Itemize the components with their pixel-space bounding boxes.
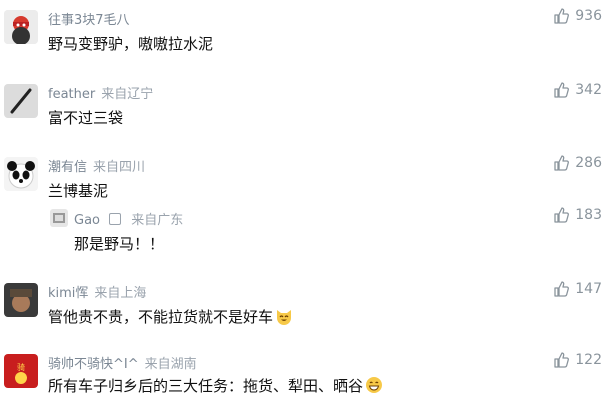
comment-item: feather 来自辽宁 富不过三袋 342 <box>0 74 610 144</box>
reply-text: 那是野马！！ <box>74 235 165 253</box>
like-count: 122 <box>575 352 602 368</box>
verified-icon <box>109 213 122 225</box>
like-button[interactable]: 286 <box>553 155 602 171</box>
reply-item: Gao 来自广东 那是野马！！ 183 <box>0 207 610 257</box>
reply-meta: Gao 来自广东 <box>74 209 183 228</box>
comment-text: 兰博基泥 <box>48 182 109 200</box>
location: 来自上海 <box>94 286 147 301</box>
comment-text-body: 管他贵不贵，不能拉货就不是好车 <box>48 308 274 326</box>
svg-text:骑: 骑 <box>17 362 25 372</box>
like-count: 183 <box>575 207 602 223</box>
comment-item: 潮有信 来自四川 兰博基泥 286 Gao 来自广东 那是野马！！ 183 <box>0 147 610 263</box>
comment-item: 骑 骑帅不骑快^I^ 来自湖南 所有车子归乡后的三大任务：拖货、犁田、晒谷 122 <box>0 344 610 404</box>
username[interactable]: kimi恽 <box>48 286 88 301</box>
thumbs-up-icon <box>554 281 570 297</box>
username[interactable]: 骑帅不骑快^I^ <box>48 357 139 372</box>
username[interactable]: 往事3块7毛八 <box>48 13 130 28</box>
avatar[interactable] <box>4 157 38 191</box>
like-button[interactable]: 183 <box>553 207 602 223</box>
comment-meta: 潮有信 来自四川 <box>48 156 145 175</box>
avatar[interactable]: 骑 <box>4 354 38 388</box>
comment-meta: 往事3块7毛八 <box>48 9 136 28</box>
comment-text: 所有车子归乡后的三大任务：拖货、犁田、晒谷 <box>48 375 383 396</box>
location: 来自广东 <box>131 213 184 228</box>
like-button[interactable]: 122 <box>553 352 602 368</box>
username[interactable]: feather <box>48 87 95 102</box>
location: 来自四川 <box>93 160 146 175</box>
thumbs-up-icon <box>554 82 570 98</box>
avatar[interactable] <box>4 10 38 44</box>
thumbs-up-icon <box>554 155 570 171</box>
comment-text: 野马变野驴，嗷嗷拉水泥 <box>48 35 214 53</box>
comment-meta: feather 来自辽宁 <box>48 83 153 102</box>
like-button[interactable]: 936 <box>553 8 602 24</box>
like-count: 147 <box>575 281 602 297</box>
like-button[interactable]: 147 <box>553 281 602 297</box>
comment-text: 管他贵不贵，不能拉货就不是好车 <box>48 306 293 327</box>
thumbs-up-icon <box>554 352 570 368</box>
thumbs-up-icon <box>554 207 570 223</box>
comment-text-body: 所有车子归乡后的三大任务：拖货、犁田、晒谷 <box>48 377 364 395</box>
thumbs-up-icon <box>554 8 570 24</box>
comment-item: kimi恽 来自上海 管他贵不贵，不能拉货就不是好车 147 <box>0 273 610 343</box>
comment-item: 往事3块7毛八 野马变野驴，嗷嗷拉水泥 936 <box>0 0 610 70</box>
like-count: 936 <box>575 8 602 24</box>
location: 来自辽宁 <box>101 87 154 102</box>
username[interactable]: 潮有信 <box>48 160 87 175</box>
like-count: 342 <box>575 82 602 98</box>
comment-text: 富不过三袋 <box>48 109 124 127</box>
avatar[interactable] <box>4 283 38 317</box>
like-count: 286 <box>575 155 602 171</box>
grinning-face-emoji <box>366 377 383 393</box>
laughing-cat-emoji <box>277 310 292 325</box>
location: 来自湖南 <box>144 357 197 372</box>
comment-meta: kimi恽 来自上海 <box>48 282 146 301</box>
avatar[interactable] <box>4 84 38 118</box>
comment-meta: 骑帅不骑快^I^ 来自湖南 <box>48 353 197 372</box>
like-button[interactable]: 342 <box>553 82 602 98</box>
username[interactable]: Gao <box>74 213 100 228</box>
avatar[interactable] <box>50 209 68 227</box>
